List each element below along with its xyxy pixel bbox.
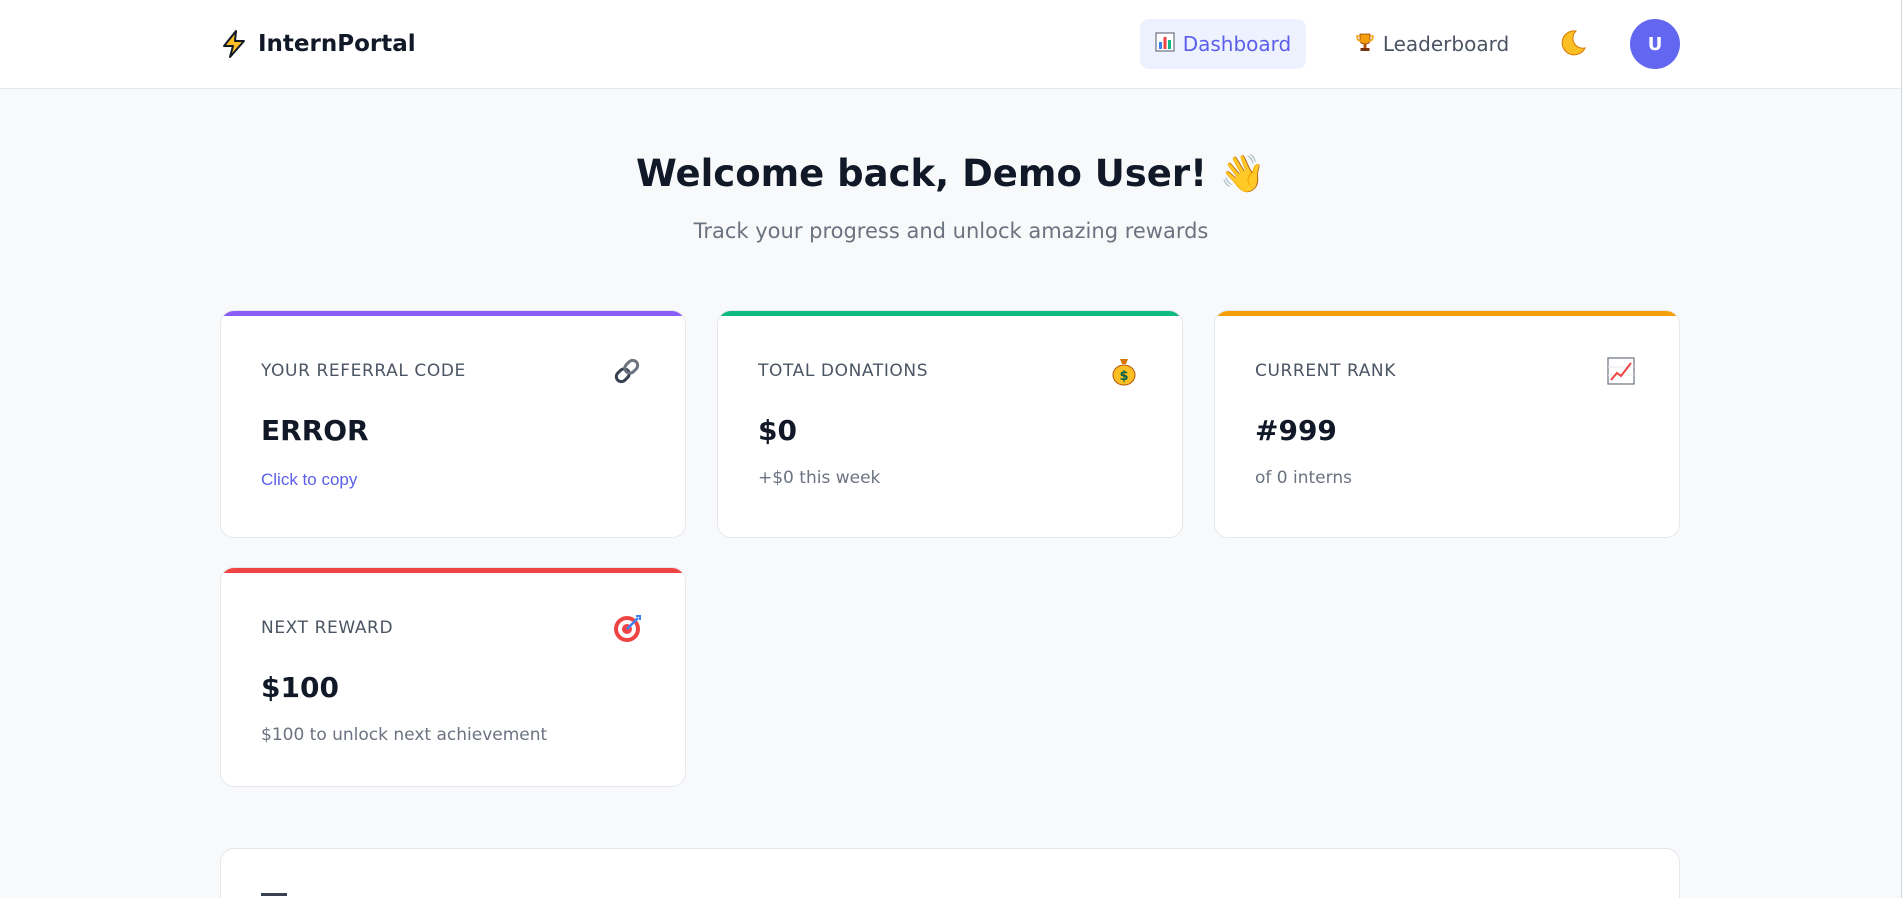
next-reward-value: $100 — [261, 671, 339, 704]
svg-text:$: $ — [1119, 369, 1128, 384]
card-accent-bar — [1215, 311, 1679, 316]
nav-dashboard-label: Dashboard — [1182, 32, 1292, 56]
top-navigation-bar: InternPortal Dashboard Leaderboard U — [0, 0, 1902, 89]
card-label: CURRENT RANK — [1255, 361, 1397, 381]
card-accent-bar — [221, 568, 685, 573]
theme-toggle-button[interactable] — [1557, 29, 1589, 61]
page-subtitle: Track your progress and unlock amazing r… — [693, 219, 1209, 243]
trending-chart-icon — [1605, 355, 1637, 387]
trophy-icon — [1355, 32, 1375, 56]
link-icon — [611, 355, 643, 387]
card-label: TOTAL DONATIONS — [758, 361, 929, 381]
lower-section-panel — [220, 848, 1680, 898]
money-bag-icon: $ — [1108, 355, 1140, 387]
card-accent-bar — [221, 311, 685, 316]
target-icon — [611, 612, 643, 644]
rank-total-interns: of 0 interns — [1255, 468, 1352, 488]
brand-logo[interactable]: InternPortal — [220, 28, 416, 60]
user-avatar[interactable]: U — [1630, 19, 1680, 69]
nav-leaderboard-label: Leaderboard — [1382, 32, 1510, 56]
card-label: NEXT REWARD — [261, 618, 394, 638]
nav-dashboard-button[interactable]: Dashboard — [1140, 19, 1306, 69]
nav-leaderboard-button[interactable]: Leaderboard — [1352, 19, 1512, 69]
card-label: YOUR REFERRAL CODE — [261, 361, 466, 381]
brand-name: InternPortal — [258, 31, 416, 57]
page-title: Welcome back, Demo User! 👋 — [636, 152, 1266, 195]
total-donations-card: TOTAL DONATIONS $ $0 +$0 this week — [717, 310, 1183, 538]
referral-code-card: YOUR REFERRAL CODE ERROR Click to copy — [220, 310, 686, 538]
donations-weekly-change: +$0 this week — [758, 468, 881, 488]
rank-value: #999 — [1255, 414, 1337, 447]
bar-chart-icon — [1155, 32, 1175, 56]
card-accent-bar — [718, 311, 1182, 316]
current-rank-card: CURRENT RANK #999 of 0 interns — [1214, 310, 1680, 538]
next-reward-card: NEXT REWARD $100 $100 to unlock next ach… — [220, 567, 686, 787]
referral-code-value: ERROR — [261, 414, 369, 447]
next-reward-description: $100 to unlock next achievement — [261, 725, 548, 745]
copy-code-link[interactable]: Click to copy — [261, 470, 357, 490]
lightning-bolt-icon — [220, 29, 248, 59]
donations-value: $0 — [758, 414, 797, 447]
moon-icon — [1558, 28, 1588, 62]
section-icon — [261, 893, 287, 898]
